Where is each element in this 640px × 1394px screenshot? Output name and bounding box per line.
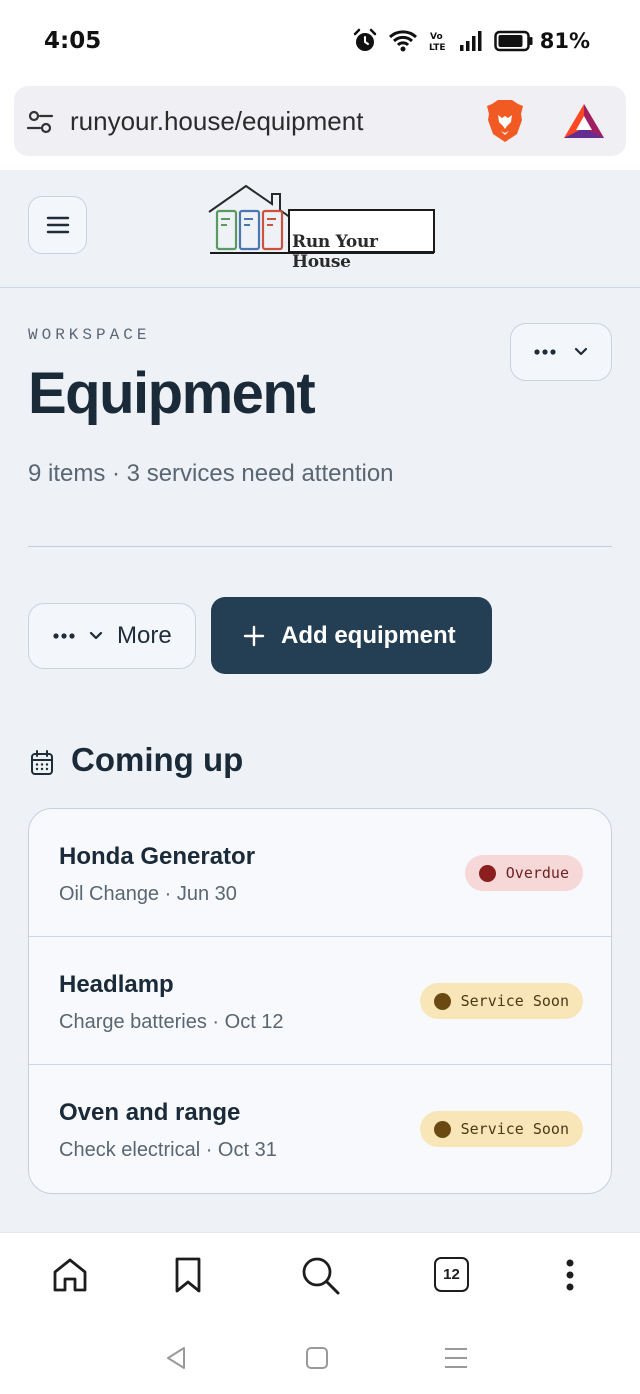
status-badge: Overdue	[464, 855, 583, 891]
status-dot	[433, 1120, 451, 1138]
site-header: Run Your House	[0, 170, 640, 288]
add-equipment-button[interactable]: Add equipment	[211, 597, 492, 674]
svg-text:Vo: Vo	[430, 32, 443, 42]
hamburger-icon	[46, 216, 69, 234]
address-bar[interactable]: runyour.house/equipment	[14, 86, 626, 156]
equipment-name: Honda Generator	[59, 843, 256, 870]
system-home-icon[interactable]	[304, 1345, 330, 1371]
more-vertical-icon[interactable]	[556, 1255, 584, 1295]
svg-text:LTE: LTE	[429, 43, 446, 53]
ellipsis-icon	[534, 349, 556, 355]
site-logo[interactable]: Run Your House	[206, 184, 438, 272]
list-item[interactable]: Honda Generator Oil Change · Jun 30 Over…	[29, 809, 611, 937]
system-back-icon[interactable]	[164, 1345, 190, 1371]
plus-icon	[243, 625, 265, 646]
browser-toolbar: runyour.house/equipment	[0, 84, 640, 170]
site-settings-icon[interactable]	[26, 108, 54, 136]
home-icon[interactable]	[50, 1255, 90, 1295]
signal-icon	[459, 31, 482, 51]
service-detail: Check electrical · Oct 31	[59, 1139, 277, 1161]
status-icons: Vo LTE 81%	[352, 28, 590, 54]
status-label: Service Soon	[460, 1120, 569, 1138]
logo-text: Run Your House	[292, 232, 378, 272]
service-detail: Charge batteries · Oct 12	[59, 1011, 284, 1033]
bookmark-icon[interactable]	[168, 1255, 208, 1295]
chevron-down-icon	[574, 347, 588, 356]
status-dot	[433, 992, 451, 1010]
status-dot	[478, 864, 496, 882]
workspace-eyebrow: WORKSPACE	[28, 326, 151, 344]
ellipsis-icon	[53, 633, 75, 639]
chevron-down-icon	[89, 631, 103, 640]
menu-button[interactable]	[28, 196, 87, 254]
equipment-name: Headlamp	[59, 971, 174, 998]
list-item[interactable]: Headlamp Charge batteries · Oct 12 Servi…	[29, 937, 611, 1065]
brave-shields-icon[interactable]	[484, 98, 526, 144]
list-item[interactable]: Oven and range Check electrical · Oct 31…	[29, 1065, 611, 1193]
status-label: Overdue	[505, 864, 569, 882]
battery-icon	[493, 30, 533, 52]
more-button[interactable]: More	[28, 603, 196, 669]
tabs-count-button[interactable]: 12	[434, 1257, 469, 1292]
status-label: Service Soon	[460, 992, 569, 1010]
page-subtitle: 9 items · 3 services need attention	[28, 460, 394, 487]
search-icon[interactable]	[300, 1255, 342, 1297]
add-equipment-label: Add equipment	[281, 621, 456, 649]
header-divider	[28, 546, 612, 547]
status-time: 4:05	[44, 28, 102, 54]
coming-up-title: Coming up	[71, 741, 244, 778]
more-button-label: More	[117, 622, 172, 649]
brave-rewards-icon[interactable]	[562, 102, 606, 140]
battery-percent: 81%	[539, 29, 590, 53]
status-badge: Service Soon	[419, 1111, 583, 1147]
calendar-icon	[31, 750, 53, 775]
url-text[interactable]: runyour.house/equipment	[70, 106, 363, 137]
equipment-name: Oven and range	[59, 1099, 241, 1126]
page-title: Equipment	[28, 361, 316, 426]
alarm-icon	[353, 28, 376, 51]
status-bar: 4:05 Vo LTE 81%	[0, 0, 640, 84]
page-options-button[interactable]	[510, 323, 612, 381]
wifi-icon	[388, 30, 417, 52]
volte-icon: Vo LTE	[429, 32, 446, 53]
service-detail: Oil Change · Jun 30	[59, 883, 237, 905]
browser-bottom-bar: 12	[0, 1232, 640, 1394]
coming-up-list: Honda Generator Oil Change · Jun 30 Over…	[28, 808, 612, 1194]
status-badge: Service Soon	[419, 983, 583, 1019]
system-recents-icon[interactable]	[442, 1345, 470, 1371]
